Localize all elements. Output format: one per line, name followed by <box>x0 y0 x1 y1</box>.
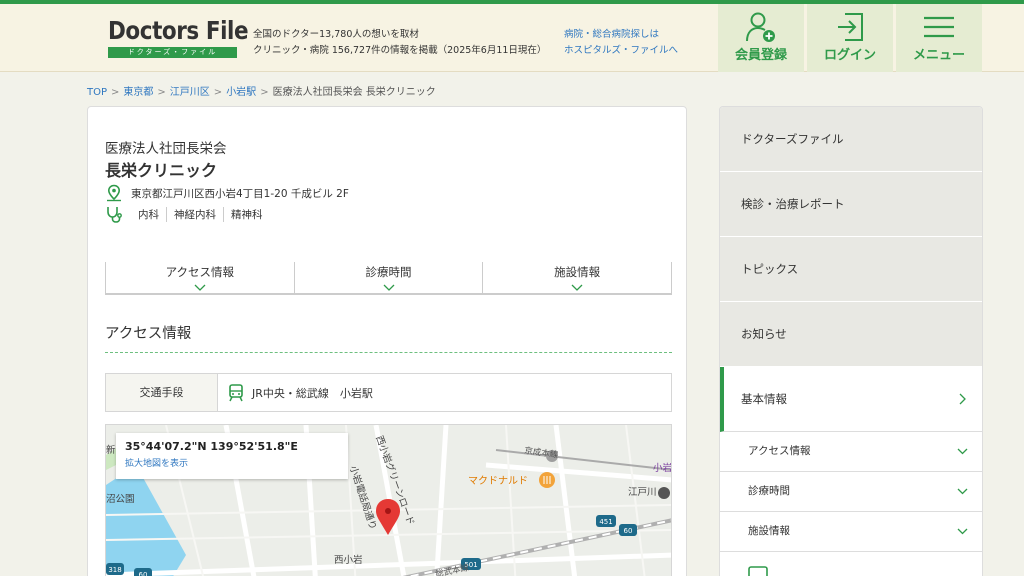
building-icon <box>748 566 768 576</box>
tab-facility[interactable]: 施設情報 <box>482 262 673 293</box>
sidebar-sub-facility[interactable]: 施設情報 <box>720 512 982 552</box>
department-item: 神経内科 <box>167 206 224 222</box>
tab-facility-label: 施設情報 <box>554 265 601 279</box>
chevron-down-icon <box>383 284 394 291</box>
tab-hours[interactable]: 診療時間 <box>293 262 483 293</box>
tab-access[interactable]: アクセス情報 <box>105 262 294 293</box>
enlarge-map-link[interactable]: 拡大地図を表示 <box>125 456 339 469</box>
clinic-corporation: 医療法人社団長栄会 <box>105 141 227 157</box>
stethoscope-icon <box>107 207 122 223</box>
map-label-shin: 新 <box>106 444 116 456</box>
access-section-title: アクセス情報 <box>105 326 192 342</box>
logo-title: Doctors File <box>108 16 249 45</box>
transit-value-cell: JR中央・総武線 小岩駅 <box>218 374 373 411</box>
transit-value: JR中央・総武線 小岩駅 <box>252 386 373 400</box>
breadcrumb-current: 医療法人社団長栄会 長栄クリニック <box>272 87 436 98</box>
site-tagline: 全国のドクター13,780人の想いを取材 クリニック・病院 156,727件の情… <box>253 27 546 59</box>
sidebar-sub-access-label: アクセス情報 <box>748 445 811 457</box>
hamburger-icon <box>924 16 954 38</box>
breadcrumb: TOP > 東京都 > 江戸川区 > 小岩駅 > 医療法人社団長栄会 長栄クリニック <box>87 83 436 98</box>
chevron-down-icon <box>194 284 206 291</box>
clinic-name: 長栄クリニック <box>105 161 218 180</box>
route-number-60-west: 60 <box>139 571 148 576</box>
chevron-right-icon <box>959 393 966 405</box>
sidebar-sub-facility-label: 施設情報 <box>748 525 790 537</box>
transit-table: 交通手段 JR中央・総武線 小岩駅 <box>105 373 672 412</box>
transit-icon <box>658 487 670 499</box>
map-label-mcdonalds: マクドナルド <box>468 475 528 487</box>
login-icon <box>838 13 863 41</box>
map-coordinates: 35°44'07.2"N 139°52'51.8"E <box>125 440 298 453</box>
map-label-park: 沼公園 <box>106 494 135 505</box>
site-logo[interactable]: Doctors File ドクターズ・ファイル <box>108 16 249 58</box>
sidebar-basic-info-label: 基本情報 <box>741 392 787 406</box>
sidebar-item-doctors-file[interactable]: ドクターズファイル <box>720 107 982 172</box>
map-pin-icon <box>107 184 121 202</box>
sidebar-nav: ドクターズファイル 検診・治療レポート トピックス お知らせ 基本情報 アクセス… <box>719 106 983 576</box>
logo-subtitle: ドクターズ・ファイル <box>108 47 237 58</box>
tagline-doctors: 全国のドクター13,780人の想いを取材 <box>253 29 419 40</box>
sidebar-item-topics[interactable]: トピックス <box>720 237 982 302</box>
menu-button[interactable]: メニュー <box>896 4 982 72</box>
login-label: ログイン <box>823 48 876 63</box>
clinic-card: 医療法人社団長栄会 長栄クリニック 東京都江戸川区西小岩4丁目1-20 千成ビル… <box>87 106 687 576</box>
user-plus-icon <box>746 12 775 42</box>
chevron-down-icon <box>957 528 968 535</box>
hospitals-link-line2: ホスピタルズ・ファイルへ <box>564 45 679 56</box>
map-label-koiwa: 小岩 <box>653 462 672 474</box>
sidebar-sub-hours-label: 診療時間 <box>748 485 790 497</box>
register-label: 会員登録 <box>734 48 787 63</box>
breadcrumb-koiwa[interactable]: 小岩駅 <box>226 87 256 98</box>
tab-hours-label: 診療時間 <box>365 265 412 279</box>
chevron-down-icon <box>957 448 968 455</box>
register-button[interactable]: 会員登録 <box>718 4 804 72</box>
chevron-down-icon <box>957 488 968 495</box>
hospitals-link-line1: 病院・総合病院探しは <box>564 29 660 40</box>
sidebar-item-checkup-report[interactable]: 検診・治療レポート <box>720 172 982 237</box>
section-divider <box>105 352 672 353</box>
sidebar-sub-hours[interactable]: 診療時間 <box>720 472 982 512</box>
map-label-edogawa: 江戸川 <box>628 487 657 498</box>
map-label-nishikoiwa: 西小岩 <box>334 554 363 566</box>
hospitals-file-link[interactable]: 病院・総合病院探しは ホスピタルズ・ファイルへ <box>564 27 678 59</box>
tagline-clinics: クリニック・病院 156,727件の情報を掲載（2025年6月11日現在） <box>253 45 547 56</box>
login-button[interactable]: ログイン <box>807 4 893 72</box>
sidebar-item-news[interactable]: お知らせ <box>720 302 982 367</box>
train-icon <box>229 383 243 401</box>
map-info-card: 35°44'07.2"N 139°52'51.8"E 拡大地図を表示 <box>116 433 348 479</box>
breadcrumb-tokyo[interactable]: 東京都 <box>123 87 153 98</box>
department-item: 精神科 <box>231 208 263 221</box>
breadcrumb-separator: > <box>111 87 120 98</box>
route-number-318: 318 <box>108 566 121 574</box>
sidebar-partial-item[interactable] <box>720 552 982 576</box>
breadcrumb-separator: > <box>213 87 223 98</box>
chevron-down-icon <box>571 284 583 291</box>
menu-label: メニュー <box>912 48 965 63</box>
sidebar-item-basic-info[interactable]: 基本情報 <box>720 367 982 432</box>
breadcrumb-edogawa[interactable]: 江戸川区 <box>170 87 210 98</box>
breadcrumb-top[interactable]: TOP <box>87 87 107 98</box>
tab-access-label: アクセス情報 <box>165 265 235 279</box>
section-tabs: アクセス情報 診療時間 施設情報 <box>105 262 673 295</box>
clinic-address: 東京都江戸川区西小岩4丁目1-20 千成ビル 2F <box>131 187 349 200</box>
clinic-address-row: 東京都江戸川区西小岩4丁目1-20 千成ビル 2F <box>105 184 349 202</box>
access-map[interactable]: 451 60 501 60 318 西小岩グリーンロード 小岩電話局通り 京成本… <box>105 424 672 576</box>
transit-label: 交通手段 <box>106 374 218 411</box>
route-number-60: 60 <box>624 527 633 535</box>
sidebar-sub-access[interactable]: アクセス情報 <box>720 432 982 472</box>
department-item: 内科 <box>131 206 167 222</box>
route-number-451: 451 <box>599 518 612 526</box>
breadcrumb-separator: > <box>260 87 269 98</box>
breadcrumb-separator: > <box>157 87 166 98</box>
clinic-departments-row: 内科 神経内科 精神科 <box>105 205 270 223</box>
site-header: Doctors File ドクターズ・ファイル 全国のドクター13,780人の想… <box>0 4 1024 72</box>
